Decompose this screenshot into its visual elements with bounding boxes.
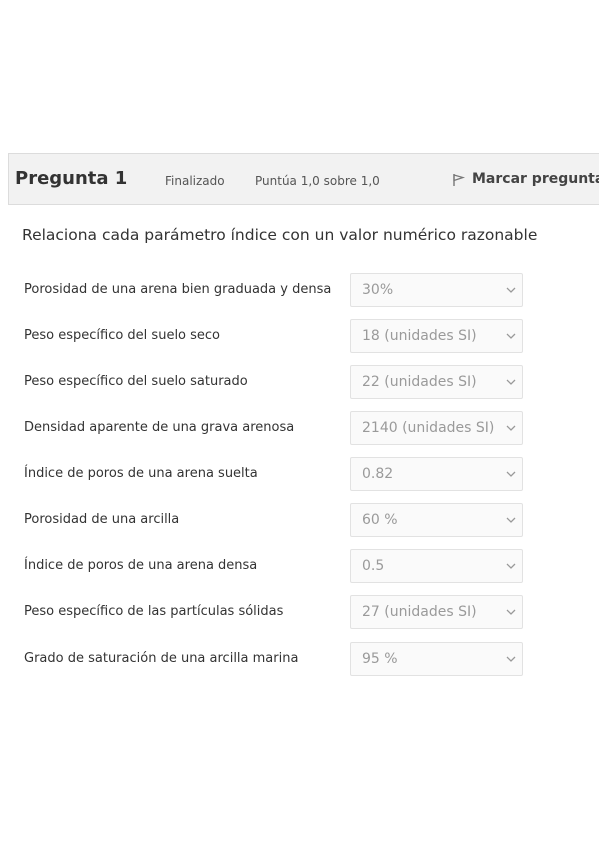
answer-select[interactable]: 95 %	[350, 642, 523, 676]
match-row: Índice de poros de una arena densa 0.5	[0, 549, 599, 583]
select-value: 60 %	[362, 512, 398, 528]
match-row-label: Índice de poros de una arena suelta	[24, 466, 258, 481]
match-row-label: Porosidad de una arena bien graduada y d…	[24, 282, 332, 297]
chevron-down-icon	[506, 563, 516, 569]
select-value: 30%	[362, 282, 394, 298]
chevron-down-icon	[506, 517, 516, 523]
match-row: Peso específico del suelo saturado 22 (u…	[0, 365, 599, 399]
select-value: 0.82	[362, 466, 394, 482]
select-value: 95 %	[362, 651, 398, 667]
answer-select[interactable]: 0.5	[350, 549, 523, 583]
match-row: Densidad aparente de una grava arenosa 2…	[0, 411, 599, 445]
match-row-label: Índice de poros de una arena densa	[24, 558, 258, 573]
match-row-label: Porosidad de una arcilla	[24, 512, 180, 527]
question-grade: Puntúa 1,0 sobre 1,0	[255, 174, 380, 188]
match-row: Peso específico de las partículas sólida…	[0, 595, 599, 629]
question-text: Relaciona cada parámetro índice con un v…	[22, 226, 538, 244]
question-info-bar: Pregunta 1 Finalizado Puntúa 1,0 sobre 1…	[8, 153, 599, 205]
chevron-down-icon	[506, 609, 516, 615]
flag-question-label: Marcar pregunta	[472, 170, 599, 187]
flag-question-link[interactable]: Marcar pregunta	[452, 170, 599, 187]
question-title: Pregunta 1	[15, 168, 128, 189]
match-row-label: Peso específico del suelo saturado	[24, 374, 248, 389]
match-row: Grado de saturación de una arcilla marin…	[0, 642, 599, 676]
match-row-label: Peso específico del suelo seco	[24, 328, 221, 343]
chevron-down-icon	[506, 333, 516, 339]
select-value: 18 (unidades SI)	[362, 328, 477, 344]
match-row: Porosidad de una arcilla 60 %	[0, 503, 599, 537]
answer-select[interactable]: 60 %	[350, 503, 523, 537]
match-row: Porosidad de una arena bien graduada y d…	[0, 273, 599, 307]
match-row: Peso específico del suelo seco 18 (unida…	[0, 319, 599, 353]
chevron-down-icon	[506, 656, 516, 662]
match-row: Índice de poros de una arena suelta 0.82	[0, 457, 599, 491]
answer-select[interactable]: 0.82	[350, 457, 523, 491]
match-row-label: Peso específico de las partículas sólida…	[24, 604, 284, 619]
answer-select[interactable]: 18 (unidades SI)	[350, 319, 523, 353]
chevron-down-icon	[506, 287, 516, 293]
answer-select[interactable]: 27 (unidades SI)	[350, 595, 523, 629]
select-value: 27 (unidades SI)	[362, 604, 477, 620]
answer-select[interactable]: 22 (unidades SI)	[350, 365, 523, 399]
flag-icon	[452, 173, 466, 187]
chevron-down-icon	[506, 425, 516, 431]
chevron-down-icon	[506, 471, 516, 477]
select-value: 22 (unidades SI)	[362, 374, 477, 390]
question-state: Finalizado	[165, 174, 225, 188]
answer-select[interactable]: 2140 (unidades SI)	[350, 411, 523, 445]
match-row-label: Grado de saturación de una arcilla marin…	[24, 651, 299, 666]
chevron-down-icon	[506, 379, 516, 385]
select-value: 0.5	[362, 558, 385, 574]
match-row-label: Densidad aparente de una grava arenosa	[24, 420, 295, 435]
answer-select[interactable]: 30%	[350, 273, 523, 307]
select-value: 2140 (unidades SI)	[362, 420, 495, 436]
